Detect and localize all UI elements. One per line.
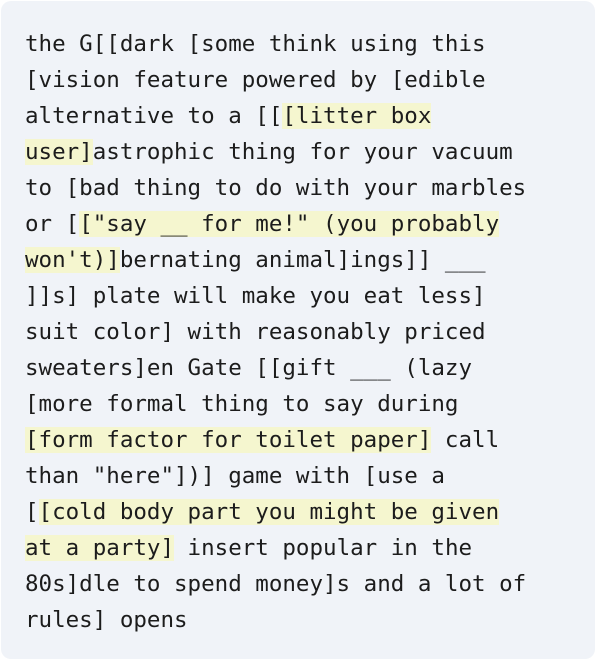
highlighted-segment: won't)] [25,247,120,273]
text-line: at a party] insert popular in the [25,530,585,566]
text-segment: rules] opens [25,607,188,633]
text-line: 80s]dle to spend money]s and a lot of [25,566,585,602]
text-line: ]]s] plate will make you eat less] [25,278,585,314]
text-line: user]astrophic thing for your vacuum [25,134,585,170]
text-block: the G[[dark [some think using this [visio… [25,26,585,638]
text-line: the G[[dark [some think using this [25,26,585,62]
text-segment: astrophic thing for your vacuum [92,139,513,165]
text-line: [more formal thing to say during [25,386,585,422]
text-segment: ]]s] plate will make you eat less] [25,283,486,309]
text-line: suit color] with reasonably priced [25,314,585,350]
text-segment: sweaters]en Gate [[gift ___ (lazy [25,355,473,381]
highlighted-segment: [cold body part you might be given [38,499,500,525]
text-line: won't)]bernating animal]ings]] ___ [25,242,585,278]
text-segment: [more formal thing to say during [25,391,459,417]
text-segment: call [431,427,500,453]
highlighted-segment: ["say __ for me!" (you probably [79,211,500,237]
highlighted-segment: user] [25,139,93,165]
highlighted-segment: [litter box [282,103,432,129]
text-line: alternative to a [[[litter box [25,98,585,134]
text-line: [[cold body part you might be given [25,494,585,530]
text-segment: the G[[dark [some think using this [25,31,486,57]
text-line: or [["say __ for me!" (you probably [25,206,585,242]
text-segment: suit color] with reasonably priced [25,319,486,345]
text-line: than "here"])] game with [use a [25,458,585,494]
text-segment: alternative to a [[ [25,103,283,129]
text-segment: bernating animal]ings]] ___ [119,247,486,273]
text-line: sweaters]en Gate [[gift ___ (lazy [25,350,585,386]
text-segment: [ [25,499,39,525]
text-line: to [bad thing to do with your marbles [25,170,585,206]
text-segment: insert popular in the [174,535,473,561]
text-line: rules] opens [25,602,585,638]
text-segment: than "here"])] game with [use a [25,463,445,489]
text-segment: to [bad thing to do with your marbles [25,175,527,201]
text-line: [vision feature powered by [edible [25,62,585,98]
highlighted-segment: at a party] [25,535,175,561]
text-card: the G[[dark [some think using this [visio… [1,1,595,659]
text-segment: 80s]dle to spend money]s and a lot of [25,571,527,597]
highlighted-segment: [form factor for toilet paper] [25,427,432,453]
text-line: [form factor for toilet paper] call [25,422,585,458]
text-segment: or [ [25,211,80,237]
text-segment: [vision feature powered by [edible [25,67,486,93]
